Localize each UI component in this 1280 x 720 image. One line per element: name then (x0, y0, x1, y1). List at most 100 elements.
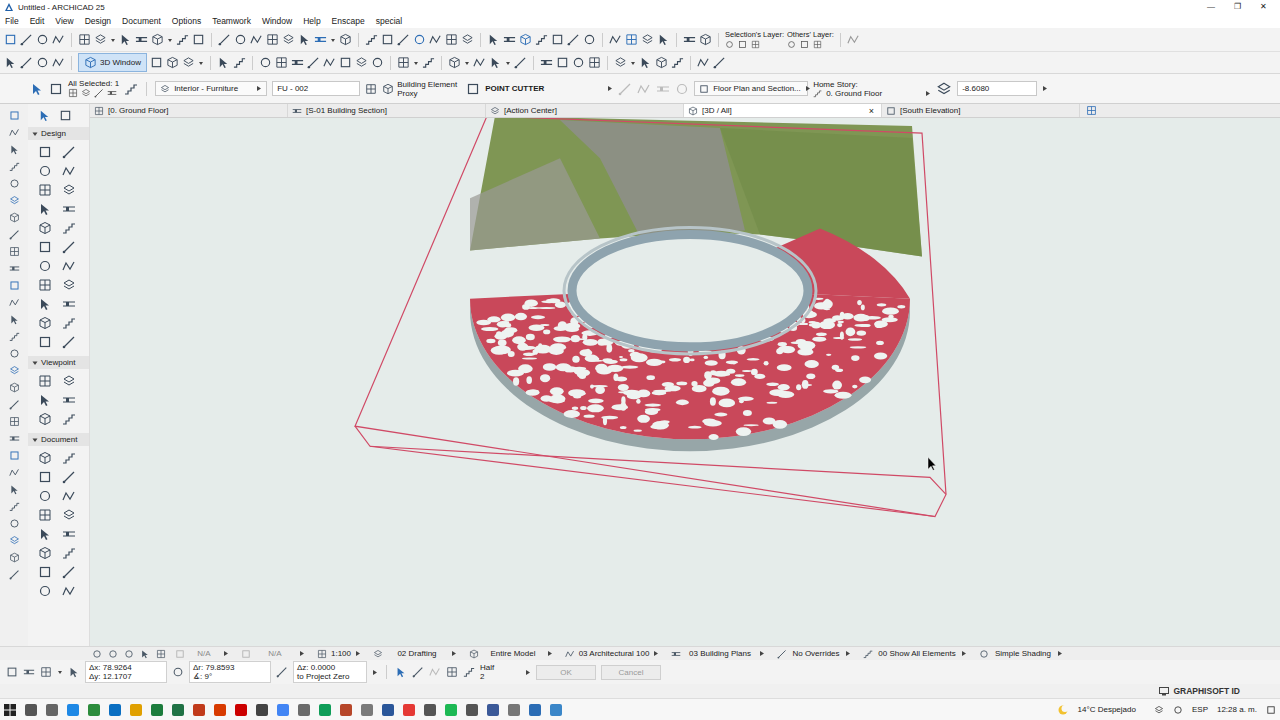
circle-icon[interactable] (371, 56, 384, 69)
wall-icon[interactable] (107, 88, 117, 98)
layers-icon[interactable] (9, 535, 20, 546)
grid-icon[interactable] (813, 40, 822, 49)
app-icon[interactable] (424, 704, 436, 716)
elevation-value[interactable]: -8.6080 (962, 84, 989, 93)
cube-icon[interactable] (38, 316, 52, 330)
grid-icon[interactable] (38, 374, 52, 388)
language-indicator[interactable]: ESP (1192, 705, 1208, 714)
graphisoft-id-icon[interactable] (1159, 687, 1169, 696)
menu-item[interactable]: View (55, 16, 73, 26)
box-icon[interactable] (49, 82, 63, 96)
wall-icon[interactable] (503, 33, 516, 46)
tab-label[interactable]: [South Elevation] (900, 106, 1075, 115)
expand-arrow-icon[interactable] (925, 90, 931, 97)
line-icon[interactable] (713, 56, 726, 69)
stair-icon[interactable] (671, 56, 684, 69)
app-icon[interactable] (403, 704, 415, 716)
box-icon[interactable] (699, 84, 709, 94)
polyline-icon[interactable] (62, 489, 76, 503)
arrow-icon[interactable] (9, 314, 20, 325)
tab[interactable]: [Action Center] (486, 104, 684, 117)
app-icon[interactable] (298, 704, 310, 716)
stair-icon[interactable] (9, 331, 20, 342)
box-icon[interactable] (38, 470, 52, 484)
polyline-icon[interactable] (473, 56, 486, 69)
stair-icon[interactable] (365, 33, 378, 46)
display-field[interactable]: Floor Plan and Section... (694, 81, 808, 96)
circle-icon[interactable] (787, 40, 796, 49)
grid-icon[interactable] (78, 33, 91, 46)
arrow-icon[interactable] (38, 202, 52, 216)
grid-icon[interactable] (317, 649, 327, 659)
polyline-icon[interactable] (250, 33, 263, 46)
toolbox-section-title[interactable]: Viewpoint (41, 358, 76, 367)
cube-icon[interactable] (655, 56, 668, 69)
grid-icon[interactable] (397, 56, 410, 69)
line-icon[interactable] (412, 666, 424, 678)
grid-icon[interactable] (9, 416, 20, 427)
tab-label[interactable]: [Action Center] (504, 106, 679, 115)
app-icon[interactable] (508, 704, 520, 716)
graphisoft-id-bar[interactable]: GRAPHISOFT ID (0, 684, 1280, 698)
app-icon[interactable] (172, 704, 184, 716)
line-icon[interactable] (307, 56, 320, 69)
grid-icon[interactable] (156, 649, 166, 659)
layers-icon[interactable] (9, 195, 20, 206)
line-icon[interactable] (276, 666, 288, 678)
arrow-icon[interactable] (217, 56, 230, 69)
dropdown-arrow-icon[interactable] (505, 60, 511, 66)
status-item[interactable]: 02 Drafting (370, 649, 460, 659)
line-icon[interactable] (777, 649, 787, 659)
cube-icon[interactable] (382, 83, 394, 95)
app-icon[interactable] (88, 704, 100, 716)
tab-label[interactable]: [0. Ground Floor] (108, 106, 283, 115)
polyline-icon[interactable] (62, 164, 76, 178)
grid-icon[interactable] (40, 666, 52, 678)
line-icon[interactable] (62, 470, 76, 484)
layers-icon[interactable] (81, 88, 91, 98)
menu-item[interactable]: special (376, 16, 402, 26)
arrow-icon[interactable] (9, 144, 20, 155)
layers-icon[interactable] (936, 81, 952, 97)
circle-icon[interactable] (572, 56, 585, 69)
menu-item[interactable]: Document (122, 16, 161, 26)
grid-icon[interactable] (38, 183, 52, 197)
box-icon[interactable] (38, 240, 52, 254)
app-icon[interactable] (487, 704, 499, 716)
circle-icon[interactable] (675, 82, 689, 96)
line-icon[interactable] (9, 399, 20, 410)
layers-icon[interactable] (490, 106, 500, 116)
stair-icon[interactable] (62, 546, 76, 560)
layers-icon[interactable] (94, 33, 107, 46)
box-icon[interactable] (150, 56, 163, 69)
layers-icon[interactable] (355, 56, 368, 69)
box-icon[interactable] (9, 450, 20, 461)
box-icon[interactable] (339, 56, 352, 69)
polyline-icon[interactable] (9, 297, 20, 308)
arrow-icon[interactable] (298, 33, 311, 46)
cube-icon[interactable] (339, 33, 352, 46)
stair-icon[interactable] (463, 666, 475, 678)
grid-icon[interactable] (9, 246, 20, 257)
line-icon[interactable] (94, 88, 104, 98)
circle-icon[interactable] (413, 33, 426, 46)
box-icon[interactable] (6, 666, 18, 678)
box-icon[interactable] (59, 109, 72, 122)
circle-icon[interactable] (979, 649, 989, 659)
expand-arrow-icon[interactable] (805, 85, 811, 92)
expand-arrow-icon[interactable] (451, 650, 457, 657)
app-icon[interactable] (529, 704, 541, 716)
menu-item[interactable]: Teamwork (212, 16, 251, 26)
layers-icon[interactable] (1154, 705, 1164, 715)
expand-arrow-icon[interactable] (223, 650, 229, 657)
cube-icon[interactable] (9, 212, 20, 223)
wall-icon[interactable] (656, 82, 670, 96)
grid-icon[interactable] (1086, 105, 1097, 116)
box-icon[interactable] (38, 335, 52, 349)
wall-icon[interactable] (9, 263, 20, 274)
app-icon[interactable] (319, 704, 331, 716)
weather-moon-icon[interactable] (1057, 704, 1069, 716)
box-icon[interactable] (886, 106, 896, 116)
3d-viewport[interactable] (90, 118, 1280, 646)
tab[interactable]: [0. Ground Floor] (90, 104, 288, 117)
